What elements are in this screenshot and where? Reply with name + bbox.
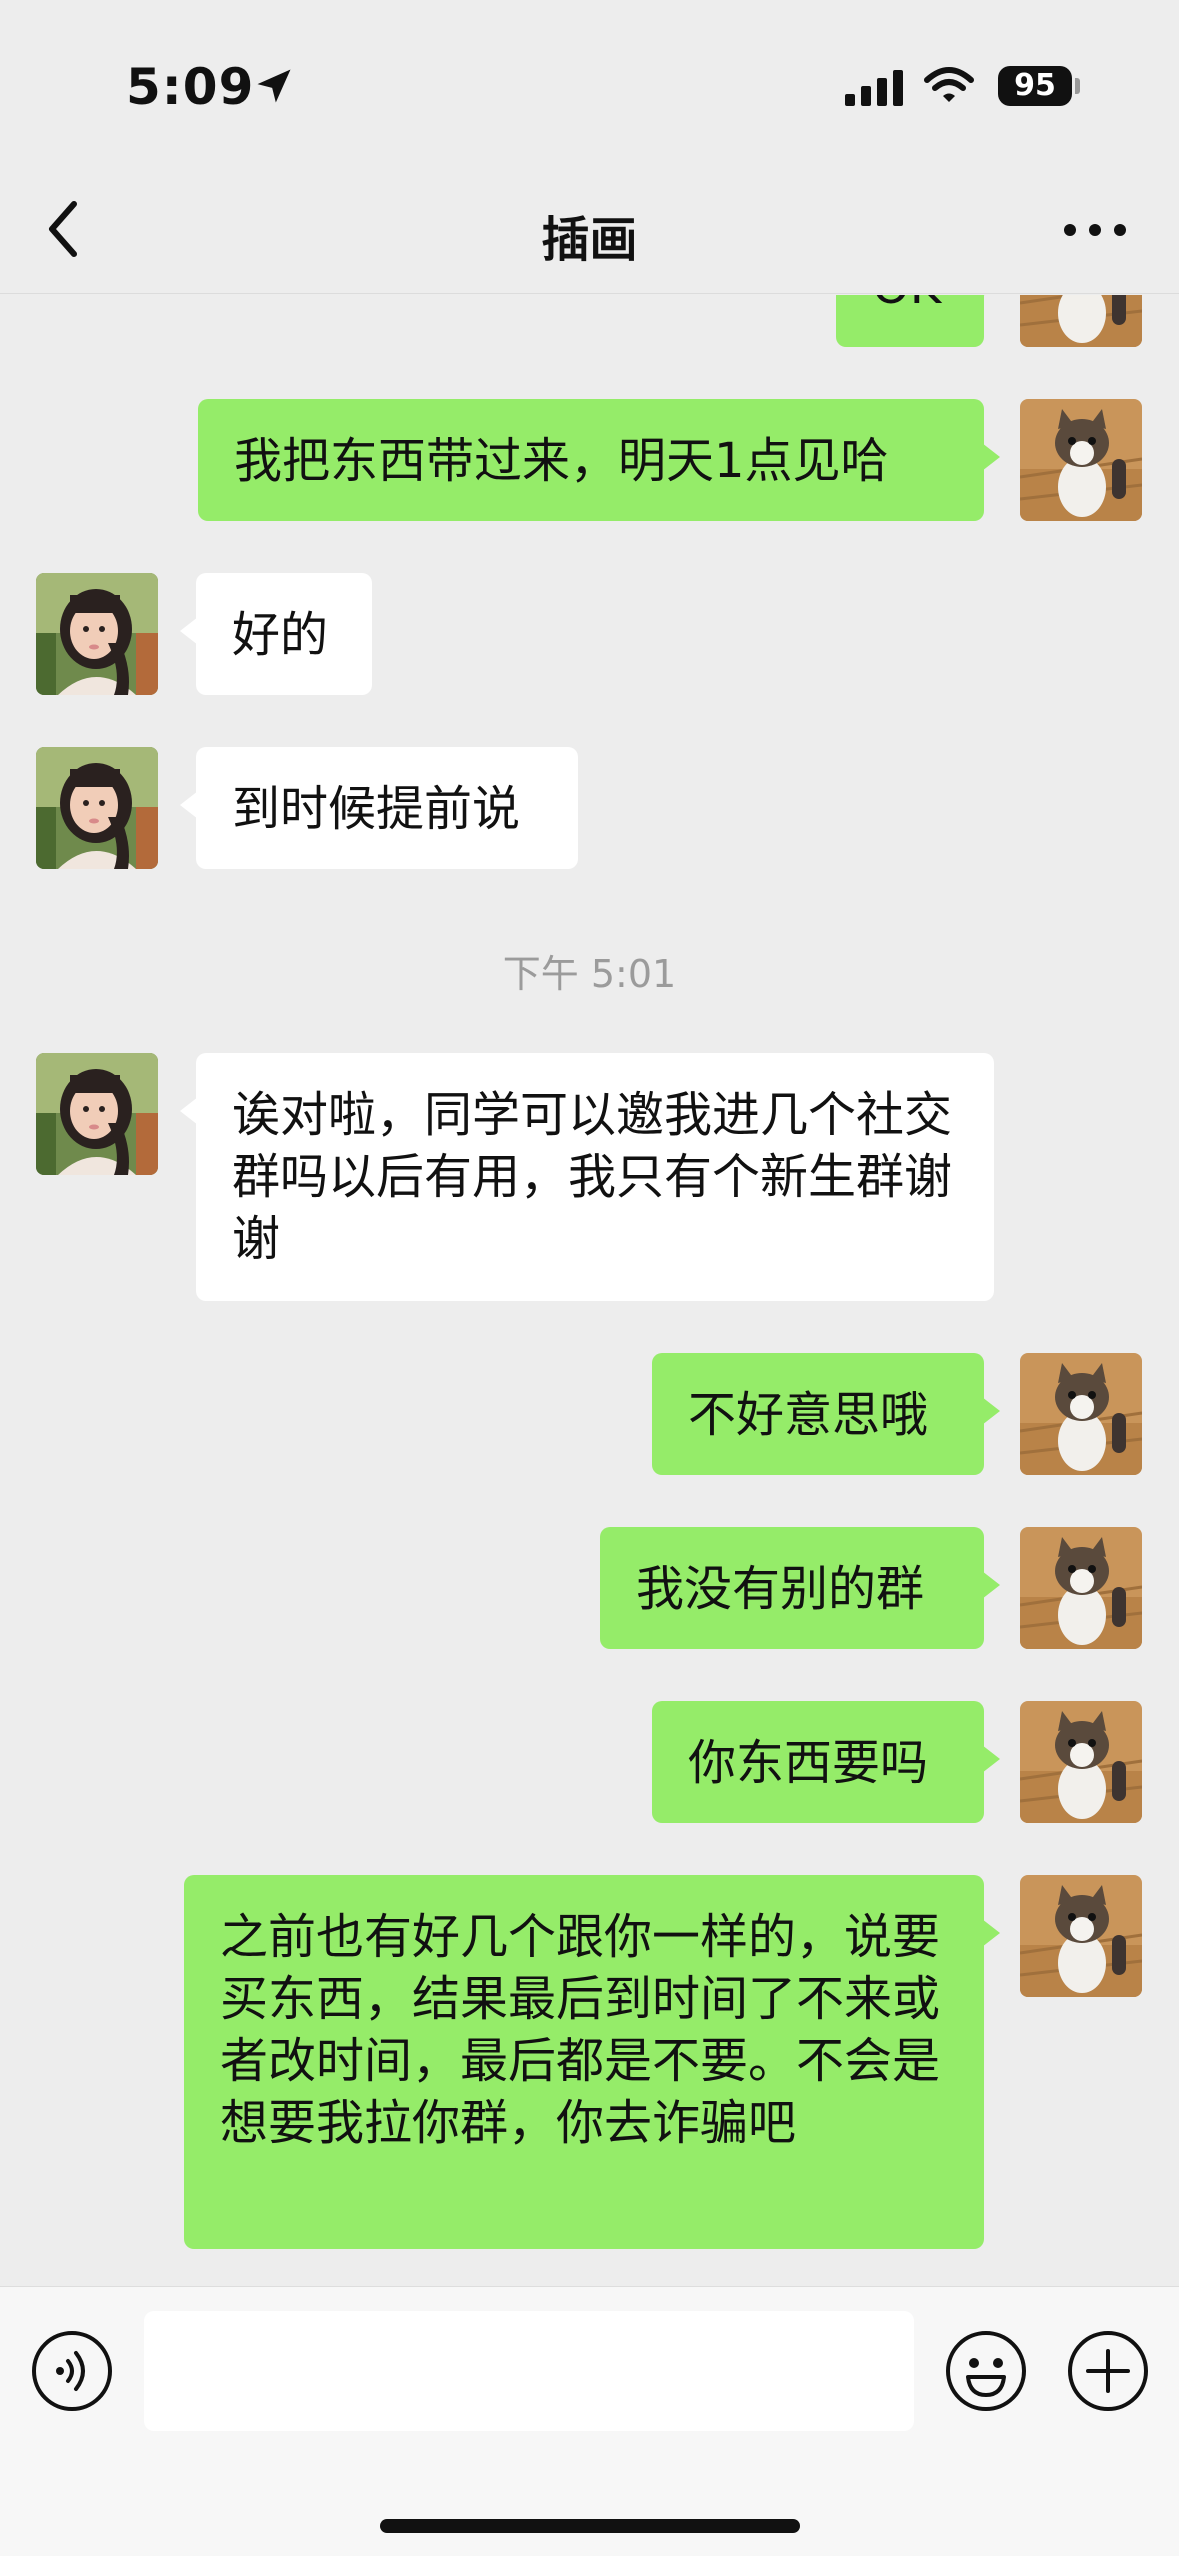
message-text: 好的 xyxy=(232,607,329,663)
home-indicator xyxy=(380,2519,800,2533)
message-list[interactable]: OK 我把东西带过来，明天1点见哈 好的 到时候提前说 下午 5:01 诶对啦，… xyxy=(0,295,1179,2285)
message-bubble-mine[interactable]: 我没有别的群 xyxy=(600,1527,1000,1649)
contact-avatar[interactable] xyxy=(36,1053,158,1175)
message-text: 我把东西带过来，明天1点见哈 xyxy=(234,433,889,489)
voice-icon[interactable] xyxy=(30,2329,114,2417)
message-bubble-mine[interactable]: 你东西要吗 xyxy=(652,1701,1000,1823)
message-text: 不好意思哦 xyxy=(688,1387,929,1443)
message-text: 诶对啦，同学可以邀我进几个社交群吗以后有用，我只有个新生群谢谢 xyxy=(232,1087,953,1267)
message-text: OK xyxy=(872,295,941,315)
wifi-icon xyxy=(924,66,974,110)
status-bar: 5:09 95 xyxy=(0,0,1179,170)
input-bar xyxy=(0,2286,1179,2556)
message-bubble-theirs[interactable]: 诶对啦，同学可以邀我进几个社交群吗以后有用，我只有个新生群谢谢 xyxy=(180,1053,994,1301)
chat-title: 插画 xyxy=(541,212,638,268)
message-bubble-mine[interactable]: 我把东西带过来，明天1点见哈 xyxy=(198,399,1000,521)
message-bubble-mine[interactable]: OK xyxy=(836,295,1000,347)
contact-avatar[interactable] xyxy=(36,747,158,869)
my-avatar[interactable] xyxy=(1020,295,1142,347)
message-bubble-mine[interactable]: 之前也有好几个跟你一样的，说要买东西，结果最后到时间了不来或者改时间，最后都是不… xyxy=(184,1875,1000,2249)
battery-nub xyxy=(1075,78,1080,94)
battery-indicator: 95 xyxy=(998,66,1072,106)
message-bubble-theirs[interactable]: 到时候提前说 xyxy=(180,747,578,869)
chat-header: 插画 xyxy=(0,170,1179,294)
my-avatar[interactable] xyxy=(1020,399,1142,521)
my-avatar[interactable] xyxy=(1020,1701,1142,1823)
message-input[interactable] xyxy=(144,2311,914,2431)
status-time: 5:09 xyxy=(126,58,255,116)
message-text: 我没有别的群 xyxy=(636,1561,925,1617)
my-avatar[interactable] xyxy=(1020,1875,1142,1997)
plus-icon[interactable] xyxy=(1066,2329,1150,2417)
my-avatar[interactable] xyxy=(1020,1527,1142,1649)
message-bubble-mine[interactable]: 不好意思哦 xyxy=(652,1353,1000,1475)
cellular-signal-icon xyxy=(845,70,907,110)
message-text: 之前也有好几个跟你一样的，说要买东西，结果最后到时间了不来或者改时间，最后都是不… xyxy=(220,1909,941,2151)
more-dots-icon[interactable] xyxy=(1060,220,1130,244)
message-timestamp: 下午 5:01 xyxy=(502,952,677,996)
message-text: 你东西要吗 xyxy=(688,1735,929,1791)
my-avatar[interactable] xyxy=(1020,1353,1142,1475)
contact-avatar[interactable] xyxy=(36,573,158,695)
message-text: 到时候提前说 xyxy=(232,781,521,837)
message-bubble-theirs[interactable]: 好的 xyxy=(180,573,372,695)
emoji-icon[interactable] xyxy=(944,2329,1028,2417)
location-arrow-icon xyxy=(252,64,296,112)
